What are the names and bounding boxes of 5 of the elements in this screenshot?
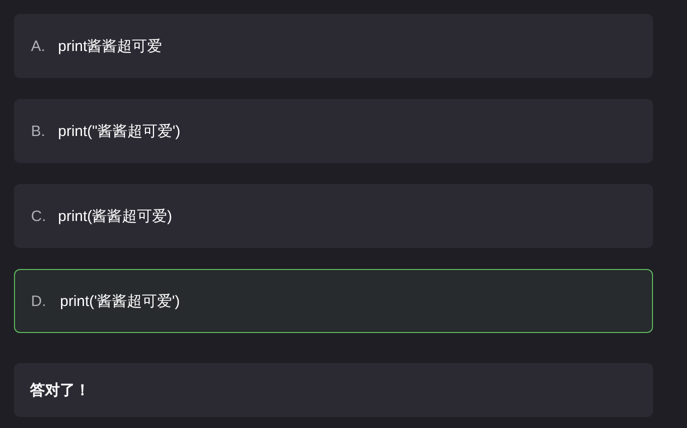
answer-option[interactable]: D. print('酱酱超可爱') (14, 269, 653, 333)
answer-option[interactable]: C. print(酱酱超可爱) (14, 184, 653, 248)
answer-option[interactable]: A. print酱酱超可爱 (14, 14, 653, 78)
answer-option[interactable]: B. print("酱酱超可爱') (14, 99, 653, 163)
feedback-message: 答对了！ (14, 363, 653, 417)
